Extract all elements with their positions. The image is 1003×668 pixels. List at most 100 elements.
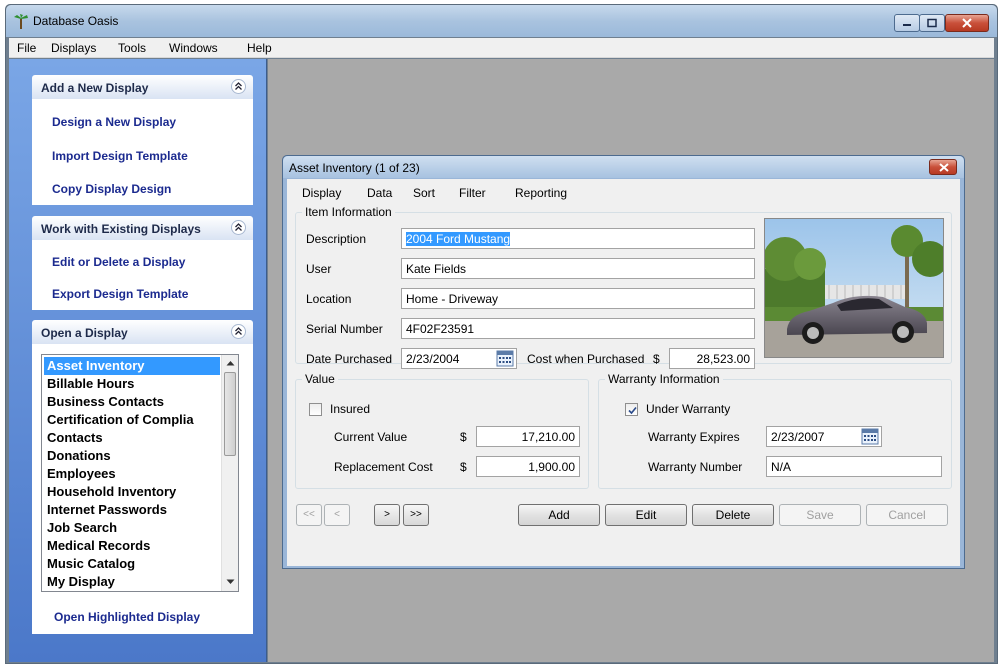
collapse-open-panel-button[interactable] xyxy=(231,324,246,339)
cost-purchased-field[interactable]: 28,523.00 xyxy=(669,348,755,369)
menu-displays[interactable]: Displays xyxy=(51,41,96,55)
maximize-icon xyxy=(927,18,937,28)
scrollbar-thumb[interactable] xyxy=(224,372,236,456)
edit-delete-display-link[interactable]: Edit or Delete a Display xyxy=(52,255,185,269)
import-design-template-link[interactable]: Import Design Template xyxy=(52,149,188,163)
add-button[interactable]: Add xyxy=(518,504,600,526)
child-client-area: Display Data Sort Filter Reporting Item … xyxy=(287,179,960,566)
collapse-work-panel-button[interactable] xyxy=(231,220,246,235)
child-close-button[interactable] xyxy=(929,159,957,175)
menu-sort[interactable]: Sort xyxy=(413,186,435,200)
copy-display-design-link[interactable]: Copy Display Design xyxy=(52,182,171,196)
insured-checkbox[interactable] xyxy=(309,403,322,416)
collapse-add-panel-button[interactable] xyxy=(231,79,246,94)
add-panel-body: Design a New Display Import Design Templ… xyxy=(32,99,253,205)
warranty-information-legend: Warranty Information xyxy=(605,372,723,386)
warranty-number-label: Warranty Number xyxy=(648,460,743,474)
minimize-button[interactable] xyxy=(894,14,920,32)
title-bar[interactable]: Database Oasis xyxy=(6,5,997,37)
menu-bar: File Displays Tools Windows Help xyxy=(9,38,994,58)
menu-windows[interactable]: Windows xyxy=(169,41,218,55)
user-label: User xyxy=(306,262,332,276)
list-item[interactable]: Donations xyxy=(44,447,220,465)
item-photo xyxy=(764,218,944,358)
maximize-button[interactable] xyxy=(919,14,945,32)
list-item[interactable]: Billable Hours xyxy=(44,375,220,393)
last-record-button[interactable]: >> xyxy=(403,504,429,526)
current-value-currency: $ xyxy=(460,430,467,444)
list-item[interactable]: Business Contacts xyxy=(44,393,220,411)
list-item[interactable]: Job Search xyxy=(44,519,220,537)
replacement-cost-currency: $ xyxy=(460,460,467,474)
scroll-down-arrow-icon[interactable] xyxy=(226,579,235,585)
save-button[interactable]: Save xyxy=(779,504,861,526)
mdi-workspace: Asset Inventory (1 of 23) Display Data S… xyxy=(268,59,994,662)
under-warranty-checkbox[interactable] xyxy=(625,403,638,416)
menu-help[interactable]: Help xyxy=(247,41,272,55)
list-item[interactable]: Asset Inventory xyxy=(44,357,220,375)
open-panel-header[interactable]: Open a Display xyxy=(32,320,253,344)
close-button[interactable] xyxy=(945,14,989,32)
asset-inventory-window: Asset Inventory (1 of 23) Display Data S… xyxy=(282,155,965,569)
minimize-icon xyxy=(903,24,911,26)
current-value-field[interactable]: 17,210.00 xyxy=(476,426,580,447)
close-icon xyxy=(962,18,972,28)
list-item[interactable]: Internet Passwords xyxy=(44,501,220,519)
item-information-legend: Item Information xyxy=(302,205,395,219)
menu-display[interactable]: Display xyxy=(302,186,341,200)
menu-tools[interactable]: Tools xyxy=(118,41,146,55)
next-record-button[interactable]: > xyxy=(374,504,400,526)
menu-data[interactable]: Data xyxy=(367,186,392,200)
description-label: Description xyxy=(306,232,367,246)
main-window: Database Oasis File Displays Tools Windo… xyxy=(5,4,998,664)
design-new-display-link[interactable]: Design a New Display xyxy=(52,115,176,129)
child-window-title: Asset Inventory (1 of 23) xyxy=(289,161,420,175)
task-pane: Add a New Display Design a New Display I… xyxy=(9,59,267,662)
list-item[interactable]: Contacts xyxy=(44,429,220,447)
current-value-label: Current Value xyxy=(334,430,408,444)
list-item[interactable]: Certification of Complia xyxy=(44,411,220,429)
add-panel-header[interactable]: Add a New Display xyxy=(32,75,253,99)
display-list[interactable]: Asset Inventory Billable Hours Business … xyxy=(41,354,239,592)
menu-filter[interactable]: Filter xyxy=(459,186,486,200)
scroll-up-arrow-icon[interactable] xyxy=(226,360,235,366)
serial-number-field[interactable]: 4F02F23591 xyxy=(401,318,755,339)
replacement-cost-field[interactable]: 1,900.00 xyxy=(476,456,580,477)
cost-purchased-label: Cost when Purchased xyxy=(527,352,645,366)
warranty-expires-label: Warranty Expires xyxy=(648,430,740,444)
list-item[interactable]: Music Catalog xyxy=(44,555,220,573)
edit-button[interactable]: Edit xyxy=(605,504,687,526)
user-field[interactable]: Kate Fields xyxy=(401,258,755,279)
app-title: Database Oasis xyxy=(33,14,119,28)
export-design-template-link[interactable]: Export Design Template xyxy=(52,287,188,301)
date-purchased-label: Date Purchased xyxy=(306,352,393,366)
menu-reporting[interactable]: Reporting xyxy=(515,186,567,200)
list-item[interactable]: Household Inventory xyxy=(44,483,220,501)
first-record-button[interactable]: << xyxy=(296,504,322,526)
replacement-cost-label: Replacement Cost xyxy=(334,460,433,474)
list-item[interactable]: Employees xyxy=(44,465,220,483)
open-panel-title: Open a Display xyxy=(41,326,128,340)
cancel-button[interactable]: Cancel xyxy=(866,504,948,526)
previous-record-button[interactable]: < xyxy=(324,504,350,526)
open-highlighted-display-link[interactable]: Open Highlighted Display xyxy=(54,610,200,624)
location-field[interactable]: Home - Driveway xyxy=(401,288,755,309)
cost-currency-symbol: $ xyxy=(653,352,660,366)
description-field[interactable]: 2004 Ford Mustang xyxy=(401,228,755,249)
open-panel-body: Asset Inventory Billable Hours Business … xyxy=(32,344,253,634)
calendar-icon[interactable] xyxy=(496,350,514,367)
list-item[interactable]: My Display xyxy=(44,573,220,591)
warranty-number-field[interactable]: N/A xyxy=(766,456,942,477)
delete-button[interactable]: Delete xyxy=(692,504,774,526)
double-chevron-up-icon xyxy=(235,82,242,90)
menu-file[interactable]: File xyxy=(17,41,36,55)
description-value: 2004 Ford Mustang xyxy=(406,232,511,246)
child-title-bar[interactable]: Asset Inventory (1 of 23) xyxy=(283,156,964,178)
double-chevron-up-icon xyxy=(235,223,242,231)
list-scrollbar[interactable] xyxy=(221,355,238,591)
work-panel-header[interactable]: Work with Existing Displays xyxy=(32,216,253,240)
calendar-icon[interactable] xyxy=(861,428,879,445)
work-panel-body: Edit or Delete a Display Export Design T… xyxy=(32,240,253,310)
list-item[interactable]: Medical Records xyxy=(44,537,220,555)
work-panel-title: Work with Existing Displays xyxy=(41,222,201,236)
